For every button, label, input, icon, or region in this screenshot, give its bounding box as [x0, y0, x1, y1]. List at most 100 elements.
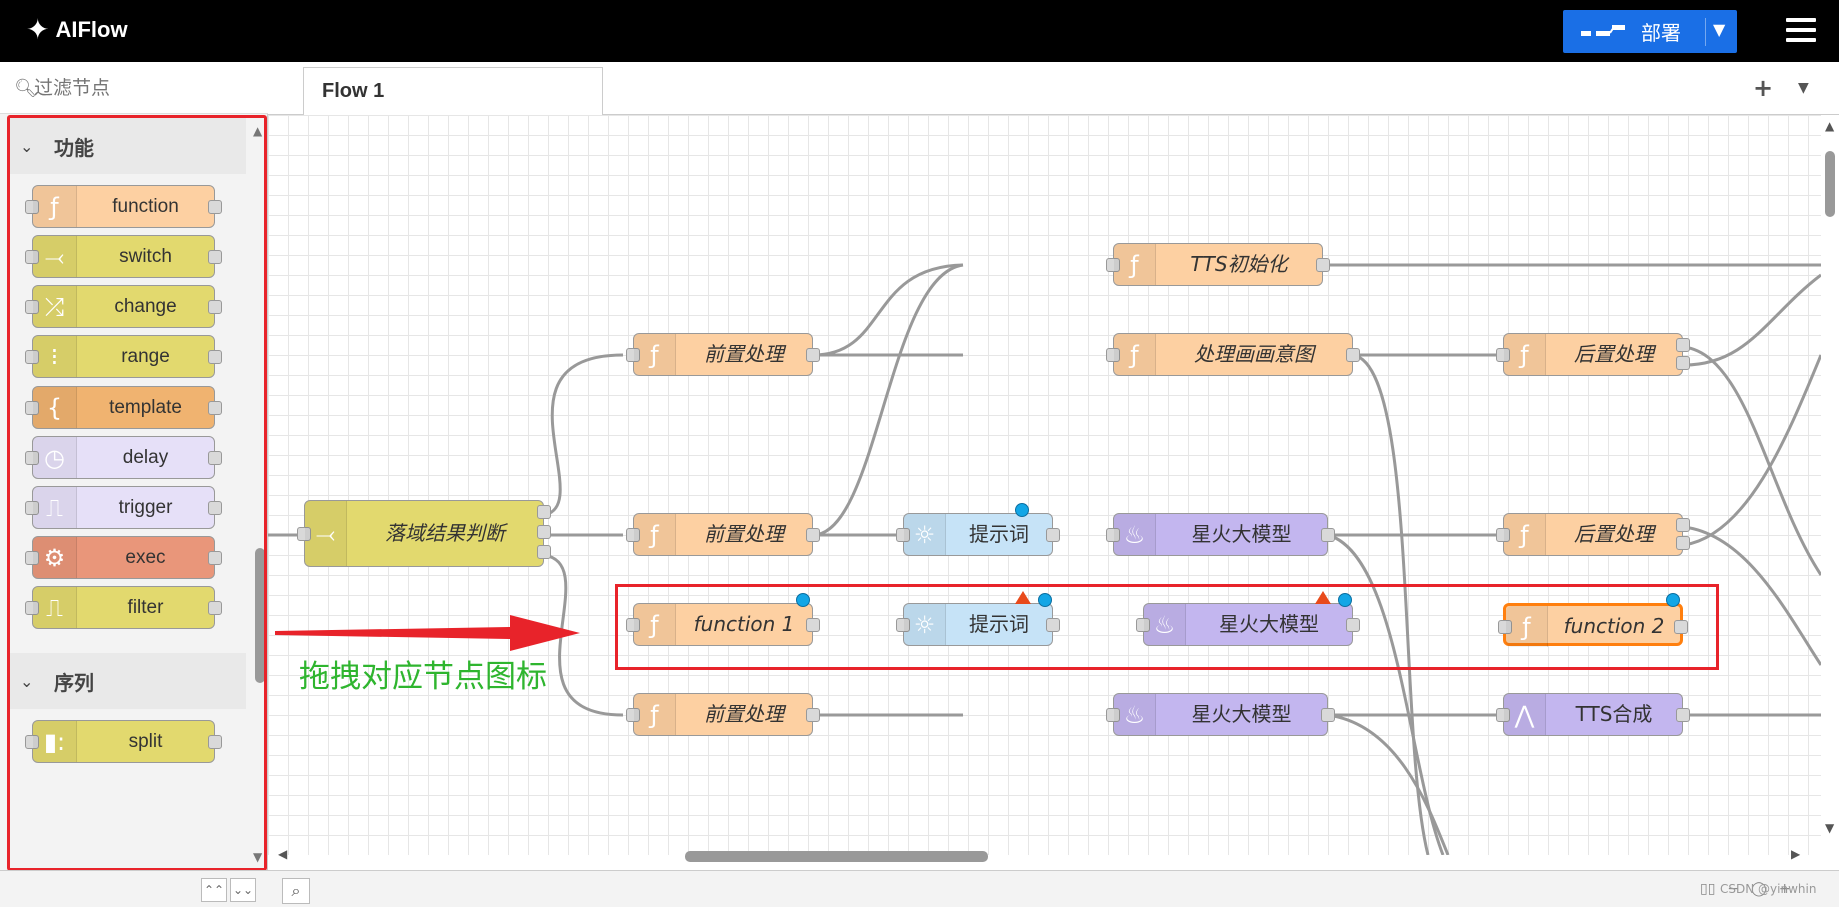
flow-node-label: 前置处理: [704, 702, 784, 726]
palette-search-input[interactable]: [34, 74, 254, 102]
output-port[interactable]: [1676, 338, 1690, 352]
flow-node-pre1[interactable]: ƒ 前置处理: [626, 333, 820, 376]
function-icon: ƒ: [1114, 244, 1156, 285]
chevron-down-icon: ⌄: [20, 136, 34, 156]
caret-down-icon[interactable]: ▼: [1713, 20, 1725, 39]
flow-node-label: 处理画画意图: [1194, 342, 1314, 366]
palette-node-switch[interactable]: ⤙ switch: [25, 235, 222, 278]
output-port[interactable]: [1316, 257, 1330, 272]
hamburger-icon[interactable]: [1786, 18, 1816, 44]
output-port[interactable]: [806, 527, 820, 542]
template-icon: {: [33, 387, 77, 428]
palette-scroll-thumb[interactable]: [255, 548, 264, 683]
flow-node-tts[interactable]: ⋀ TTS合成: [1496, 693, 1690, 736]
palette-node-trigger[interactable]: ⎍ trigger: [25, 486, 222, 529]
header-bar: ✦ AIFlow 部署 ▼: [0, 0, 1839, 62]
tab-menu-icon[interactable]: ▼: [1798, 80, 1809, 96]
function-icon: ƒ: [634, 334, 676, 375]
output-port: [208, 501, 222, 515]
category-header-function[interactable]: ⌄ 功能: [10, 118, 246, 174]
output-port: [208, 551, 222, 565]
tab-label: Flow 1: [322, 80, 385, 102]
scroll-right-icon[interactable]: ▶: [1791, 847, 1800, 861]
output-port[interactable]: [1676, 356, 1690, 370]
deploy-button[interactable]: 部署 ▼: [1563, 10, 1737, 53]
deploy-separator: [1705, 18, 1706, 46]
flow-node-llm1[interactable]: ♨ 星火大模型: [1106, 513, 1335, 556]
wire: [1683, 273, 1821, 367]
scroll-down-icon[interactable]: ▼: [253, 850, 262, 864]
palette-node-delay[interactable]: ◷ delay: [25, 436, 222, 479]
palette-node-exec[interactable]: ⚙ exec: [25, 536, 222, 579]
output-port: [208, 350, 222, 364]
output-port: [208, 451, 222, 465]
flow-node-label: 落域结果判断: [385, 521, 505, 545]
flow-canvas[interactable]: ƒ TTS初始化 ƒ 前置处理 ƒ 处理画画意图 ƒ 后置处理 ⤙ 落域结果判断 ƒ 前置处理 ☼ 提示词…: [268, 115, 1821, 855]
canvas-vertical-scrollbar[interactable]: ▲ ▼: [1821, 115, 1839, 855]
flow-node-pre3[interactable]: ƒ 前置处理: [626, 693, 820, 736]
search-flows-button[interactable]: ⌕: [282, 878, 310, 904]
palette-node-label: delay: [122, 447, 169, 468]
output-port[interactable]: [1676, 707, 1690, 722]
flow-node-post2[interactable]: ƒ 后置处理: [1496, 513, 1690, 556]
bulb-icon: ☼: [904, 514, 946, 555]
output-port: [208, 200, 222, 214]
palette-node-label: change: [114, 296, 177, 317]
output-port[interactable]: [806, 347, 820, 362]
flow-node-label: 星火大模型: [1191, 522, 1292, 546]
output-port[interactable]: [537, 505, 551, 519]
deploy-flow-icon: [1581, 22, 1625, 42]
scroll-up-icon[interactable]: ▲: [1825, 119, 1834, 133]
split-icon: ▮:: [33, 721, 77, 762]
expand-all-button[interactable]: ⌄⌄: [230, 878, 256, 902]
flow-node-tts-init[interactable]: ƒ TTS初始化: [1106, 243, 1330, 286]
scroll-left-icon[interactable]: ◀: [278, 847, 287, 861]
flow-node-prompt1[interactable]: ☼ 提示词: [896, 513, 1060, 556]
flow-node-post1[interactable]: ƒ 后置处理: [1496, 333, 1690, 376]
function-icon: ƒ: [33, 186, 77, 227]
flow-node-pre2[interactable]: ƒ 前置处理: [626, 513, 820, 556]
palette-scrollbar[interactable]: ▲ ▼: [253, 124, 264, 868]
map-icon[interactable]: ▯▯: [1700, 881, 1715, 897]
horizontal-scroll-thumb[interactable]: [685, 851, 988, 862]
flow-node-label: TTS初始化: [1190, 252, 1288, 276]
output-port[interactable]: [806, 707, 820, 722]
chevron-down-icon: ⌄: [20, 671, 34, 691]
output-port[interactable]: [1346, 347, 1360, 362]
output-port[interactable]: [1676, 518, 1690, 532]
output-port: [208, 601, 222, 615]
flow-node-label: 提示词: [969, 522, 1029, 546]
category-header-sequence[interactable]: ⌄ 序列: [10, 653, 246, 709]
flow-node-label: 前置处理: [704, 522, 784, 546]
shuffle-icon: ⤮: [33, 286, 77, 327]
scroll-up-icon[interactable]: ▲: [253, 124, 262, 138]
vertical-scroll-thumb[interactable]: [1825, 151, 1835, 217]
flow-node-label: 后置处理: [1574, 522, 1654, 546]
timer-icon: ◷: [33, 437, 77, 478]
palette-node-filter[interactable]: ⎍ filter: [25, 586, 222, 629]
output-port[interactable]: [1321, 527, 1335, 542]
flow-node-switch-main[interactable]: ⤙ 落域结果判断: [297, 500, 551, 567]
output-port: [208, 735, 222, 749]
canvas-horizontal-scrollbar[interactable]: ◀ ▶: [268, 840, 1821, 862]
collapse-all-button[interactable]: ⌃⌃: [201, 878, 227, 902]
output-port[interactable]: [537, 525, 551, 539]
output-port[interactable]: [1676, 536, 1690, 550]
palette-highlight-box: ⌄ 功能 ƒ function ⤙ switch ⤮ change ⁝ range {templ…: [7, 115, 267, 871]
gear-icon: ⚙: [33, 537, 77, 578]
scroll-down-icon[interactable]: ▼: [1825, 821, 1834, 835]
flow-node-llm3[interactable]: ♨ 星火大模型: [1106, 693, 1335, 736]
output-port[interactable]: [1321, 707, 1335, 722]
add-tab-icon[interactable]: +: [1753, 74, 1773, 102]
tab-flow-1[interactable]: Flow 1: [303, 67, 603, 116]
flow-node-intent[interactable]: ƒ 处理画画意图: [1106, 333, 1360, 376]
palette-node-label: filter: [127, 597, 164, 618]
palette-node-template[interactable]: {template: [25, 386, 222, 429]
palette-node-split[interactable]: ▮: split: [25, 720, 222, 763]
palette-node-function[interactable]: ƒ function: [25, 185, 222, 228]
output-port[interactable]: [537, 545, 551, 559]
output-port[interactable]: [1046, 527, 1060, 542]
palette-search: 🔍︎: [0, 62, 268, 114]
palette-node-range[interactable]: ⁝ range: [25, 335, 222, 378]
palette-node-change[interactable]: ⤮ change: [25, 285, 222, 328]
